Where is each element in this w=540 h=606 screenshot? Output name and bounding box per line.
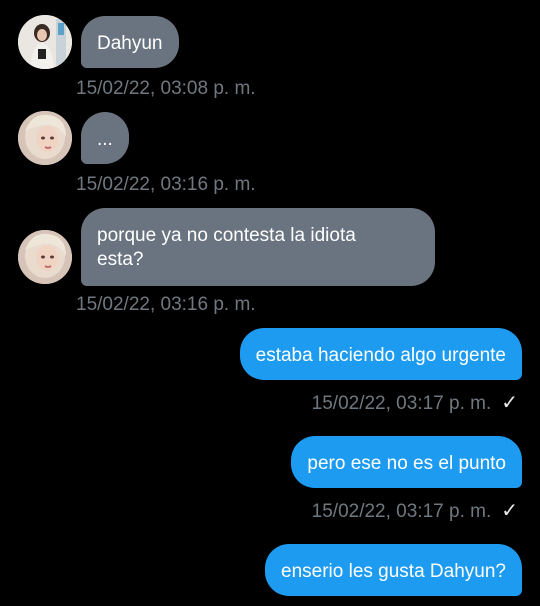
message-bubble-incoming[interactable]: ... bbox=[81, 112, 129, 164]
message-bubble-outgoing[interactable]: estaba haciendo algo urgente bbox=[239, 328, 522, 380]
timestamp-text: 15/02/22, 03:17 p. m. bbox=[311, 393, 492, 414]
checkmark-icon: ✓ bbox=[501, 500, 518, 522]
message-timestamp: 15/02/22, 03:16 p. m. bbox=[76, 294, 256, 315]
message-timestamp: 15/02/22, 03:17 p. m. ✓ bbox=[312, 390, 518, 415]
message-bubble-incoming[interactable]: porque ya no contesta la idiota esta? bbox=[81, 208, 435, 286]
message-timestamp: 15/02/22, 03:08 p. m. bbox=[76, 78, 256, 99]
message-bubble-outgoing[interactable]: enserio les gusta Dahyun? bbox=[265, 544, 522, 596]
message-timestamp: 15/02/22, 03:16 p. m. bbox=[76, 174, 256, 195]
message-timestamp: 15/02/22, 03:17 p. m. ✓ bbox=[312, 498, 518, 523]
timestamp-text: 15/02/22, 03:17 p. m. bbox=[311, 501, 492, 522]
sender-avatar[interactable] bbox=[18, 230, 72, 284]
sender-avatar[interactable] bbox=[18, 15, 72, 69]
message-bubble-incoming[interactable]: Dahyun bbox=[81, 16, 179, 68]
message-bubble-outgoing[interactable]: pero ese no es el punto bbox=[291, 436, 522, 488]
sender-avatar[interactable] bbox=[18, 111, 72, 165]
checkmark-icon: ✓ bbox=[501, 392, 518, 414]
